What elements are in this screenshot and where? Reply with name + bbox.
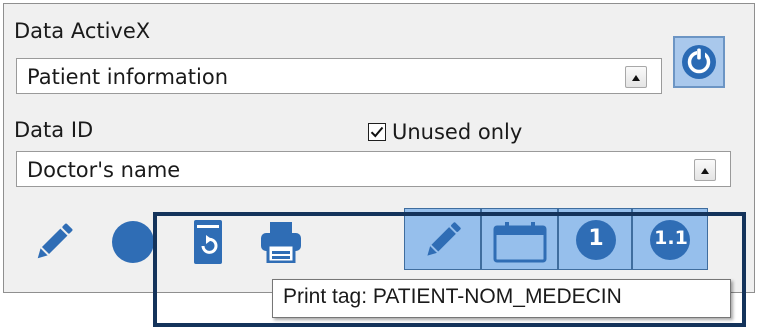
refresh-button[interactable] bbox=[673, 36, 725, 88]
power-refresh-icon bbox=[682, 45, 716, 79]
activex-selected-value: Patient information bbox=[27, 65, 228, 89]
data-id-selected-value: Doctor's name bbox=[27, 158, 181, 182]
pencil-icon[interactable] bbox=[34, 218, 74, 266]
data-id-select[interactable]: Doctor's name bbox=[16, 151, 731, 187]
print-tag-tooltip: Print tag: PATIENT-NOM_MEDECIN bbox=[272, 279, 731, 318]
dropdown-arrow-icon[interactable] bbox=[625, 66, 647, 88]
checkmark-icon bbox=[370, 126, 384, 138]
activex-label: Data ActiveX bbox=[14, 19, 151, 43]
unused-only-label: Unused only bbox=[392, 120, 523, 144]
data-id-label: Data ID bbox=[14, 118, 94, 142]
unused-only-checkbox[interactable] bbox=[368, 123, 386, 141]
circle-icon[interactable] bbox=[110, 219, 156, 265]
unused-only-option[interactable]: Unused only bbox=[368, 120, 522, 144]
activex-select[interactable]: Patient information bbox=[16, 58, 662, 94]
dropdown-arrow-icon[interactable] bbox=[694, 159, 716, 181]
